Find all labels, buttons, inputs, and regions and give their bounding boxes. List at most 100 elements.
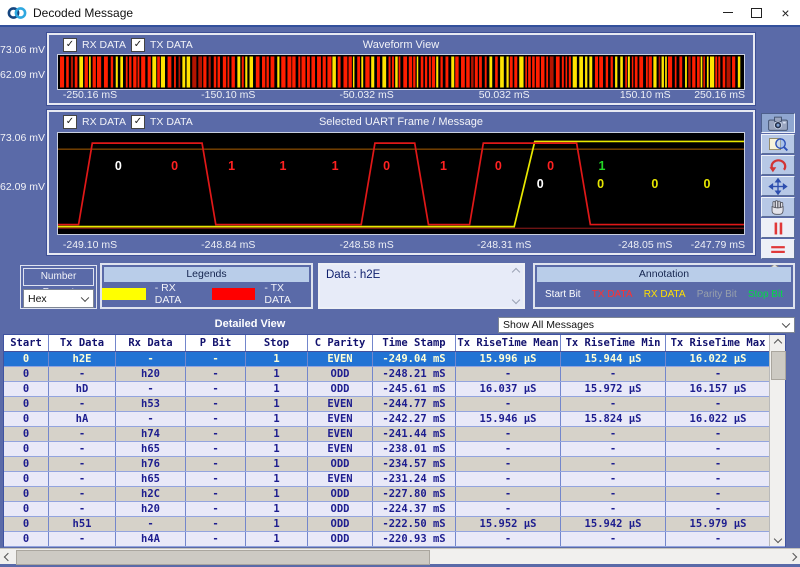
y-axis-label-high: 773.06 mV [0,132,45,144]
camera-button[interactable] [761,113,795,133]
tx-data-checkbox[interactable]: ✓ [131,115,145,129]
chevron-up-icon [773,338,781,346]
scroll-left-button[interactable] [0,549,15,564]
column-header[interactable]: Tx RiseTime Min [561,335,666,351]
table-cell: -248.21 mS [373,367,456,381]
table-cell: 1 [246,367,308,381]
table-row[interactable]: 0-h65-1EVEN-238.01 mS--- [4,442,785,457]
column-header[interactable]: C Parity [308,335,373,351]
undo-icon [765,157,791,174]
table-row[interactable]: 0-h65-1EVEN-231.24 mS--- [4,472,785,487]
number-format-select[interactable]: Hex [23,289,94,308]
table-cell: ODD [308,502,373,516]
y-axis-label-high: 773.06 mV [0,44,45,56]
vertical-scrollbar-thumb[interactable] [771,351,786,380]
table-cell: -222.50 mS [373,517,456,531]
table-cell: h20 [116,502,186,516]
annotation-label: RX DATA [644,289,686,300]
table-row[interactable]: 0hD--1ODD-245.61 mS16.037 µS15.972 µS16.… [4,382,785,397]
table-row[interactable]: 0hA--1EVEN-242.27 mS15.946 µS15.824 µS16… [4,412,785,427]
tx-data-checkbox-label: TX DATA [150,39,193,51]
undo-button[interactable] [761,155,795,175]
legend-label: - RX DATA [155,282,203,306]
column-header[interactable]: Stop [246,335,308,351]
close-button[interactable]: × [771,0,800,25]
message-filter-select[interactable]: Show All Messages [498,317,795,333]
window-body: 773.06 mV -862.09 mV Waveform View ✓ RX … [0,27,800,567]
maximize-button[interactable] [742,0,771,25]
detailed-view-title: Detailed View [0,318,500,330]
uart-frame-plot[interactable]: 0011101001 0000 [57,132,745,235]
rx-data-checkbox-group[interactable]: ✓ RX DATA [63,38,126,52]
table-row[interactable]: 0h51--1ODD-222.50 mS15.952 µS15.942 µS15… [4,517,785,532]
time-axis-label: -249.10 mS [63,239,117,251]
column-header[interactable]: Tx Data [49,335,116,351]
table-cell: - [116,382,186,396]
scroll-down-icon[interactable] [511,296,519,304]
tx-data-checkbox-group[interactable]: ✓ TX DATA [131,38,193,52]
scroll-right-button[interactable] [785,549,800,564]
vertical-scrollbar[interactable] [769,335,785,546]
table-cell: -227.80 mS [373,487,456,501]
table-cell: 0 [4,517,49,531]
scroll-up-icon[interactable] [511,268,519,276]
zoom-icon [765,136,791,153]
column-header[interactable]: Start [4,335,49,351]
table-row[interactable]: 0h2E--1EVEN-249.04 mS15.996 µS15.944 µS1… [4,352,785,367]
column-header[interactable]: Rx Data [116,335,186,351]
move-button[interactable] [761,176,795,196]
rx-data-checkbox-group[interactable]: ✓ RX DATA [63,115,126,129]
table-cell: - [456,367,561,381]
column-header[interactable]: Tx RiseTime Max [666,335,771,351]
table-cell: - [561,472,666,486]
table-cell: - [186,382,246,396]
annotation-group: Annotation Start BitTX DATARX DATAParity… [533,263,795,309]
scroll-up-button[interactable] [770,335,785,350]
table-cell: - [49,397,116,411]
tx-data-checkbox-group[interactable]: ✓ TX DATA [131,115,193,129]
table-cell: - [456,532,561,546]
pan-hand-button[interactable] [761,197,795,217]
table-row[interactable]: 0-h20-1ODD-224.37 mS--- [4,502,785,517]
table-row[interactable]: 0-h76-1ODD-234.57 mS--- [4,457,785,472]
zoom-button[interactable] [761,134,795,154]
table-cell: h2C [116,487,186,501]
minimize-button[interactable] [713,0,742,25]
table-row[interactable]: 0-h4A-1ODD-220.93 mS--- [4,532,785,547]
horizontal-scrollbar-thumb[interactable] [16,550,430,565]
pause-button[interactable] [761,218,795,238]
table-cell: 1 [246,397,308,411]
table-row[interactable]: 0-h74-1EVEN-241.44 mS--- [4,427,785,442]
table-cell: 1 [246,532,308,546]
tx-trace [58,143,744,224]
waveform-overview-plot[interactable] [57,54,745,90]
table-cell: - [561,532,666,546]
data-message-box[interactable]: Data : h2E [318,263,525,309]
waveform-view-panel: Waveform View ✓ RX DATA ✓ TX DATA -250.1… [47,33,755,105]
table-cell: -238.01 mS [373,442,456,456]
time-axis-label: -50.032 mS [339,89,393,101]
column-header[interactable]: Tx RiseTime Mean [456,335,561,351]
rx-data-checkbox[interactable]: ✓ [63,115,77,129]
table-row[interactable]: 0-h2C-1ODD-227.80 mS--- [4,487,785,502]
table-row[interactable]: 0-h20-1ODD-248.21 mS--- [4,367,785,382]
controls-row: Number Format Hex Legends - RX DATA- TX … [0,262,800,312]
table-cell: 1 [246,442,308,456]
rx-data-checkbox[interactable]: ✓ [63,38,77,52]
horizontal-scrollbar[interactable] [0,548,800,564]
column-header[interactable]: Time Stamp [373,335,456,351]
column-header[interactable]: P Bit [186,335,246,351]
table-cell: 1 [246,502,308,516]
cursors-button[interactable] [761,239,795,259]
frame-time-axis: -249.10 mS-248.84 mS-248.58 mS-248.31 mS… [57,239,745,252]
table-cell: - [186,442,246,456]
table-cell: -241.44 mS [373,427,456,441]
table-cell: 16.157 µS [666,382,771,396]
table-row[interactable]: 0-h53-1EVEN-244.77 mS--- [4,397,785,412]
scroll-down-button[interactable] [770,531,785,546]
table-cell: - [666,472,771,486]
tx-data-checkbox[interactable]: ✓ [131,38,145,52]
detailed-view-bar: Detailed View Show All Messages [0,316,800,334]
table-cell: - [186,487,246,501]
table-body: 0h2E--1EVEN-249.04 mS15.996 µS15.944 µS1… [4,352,785,547]
